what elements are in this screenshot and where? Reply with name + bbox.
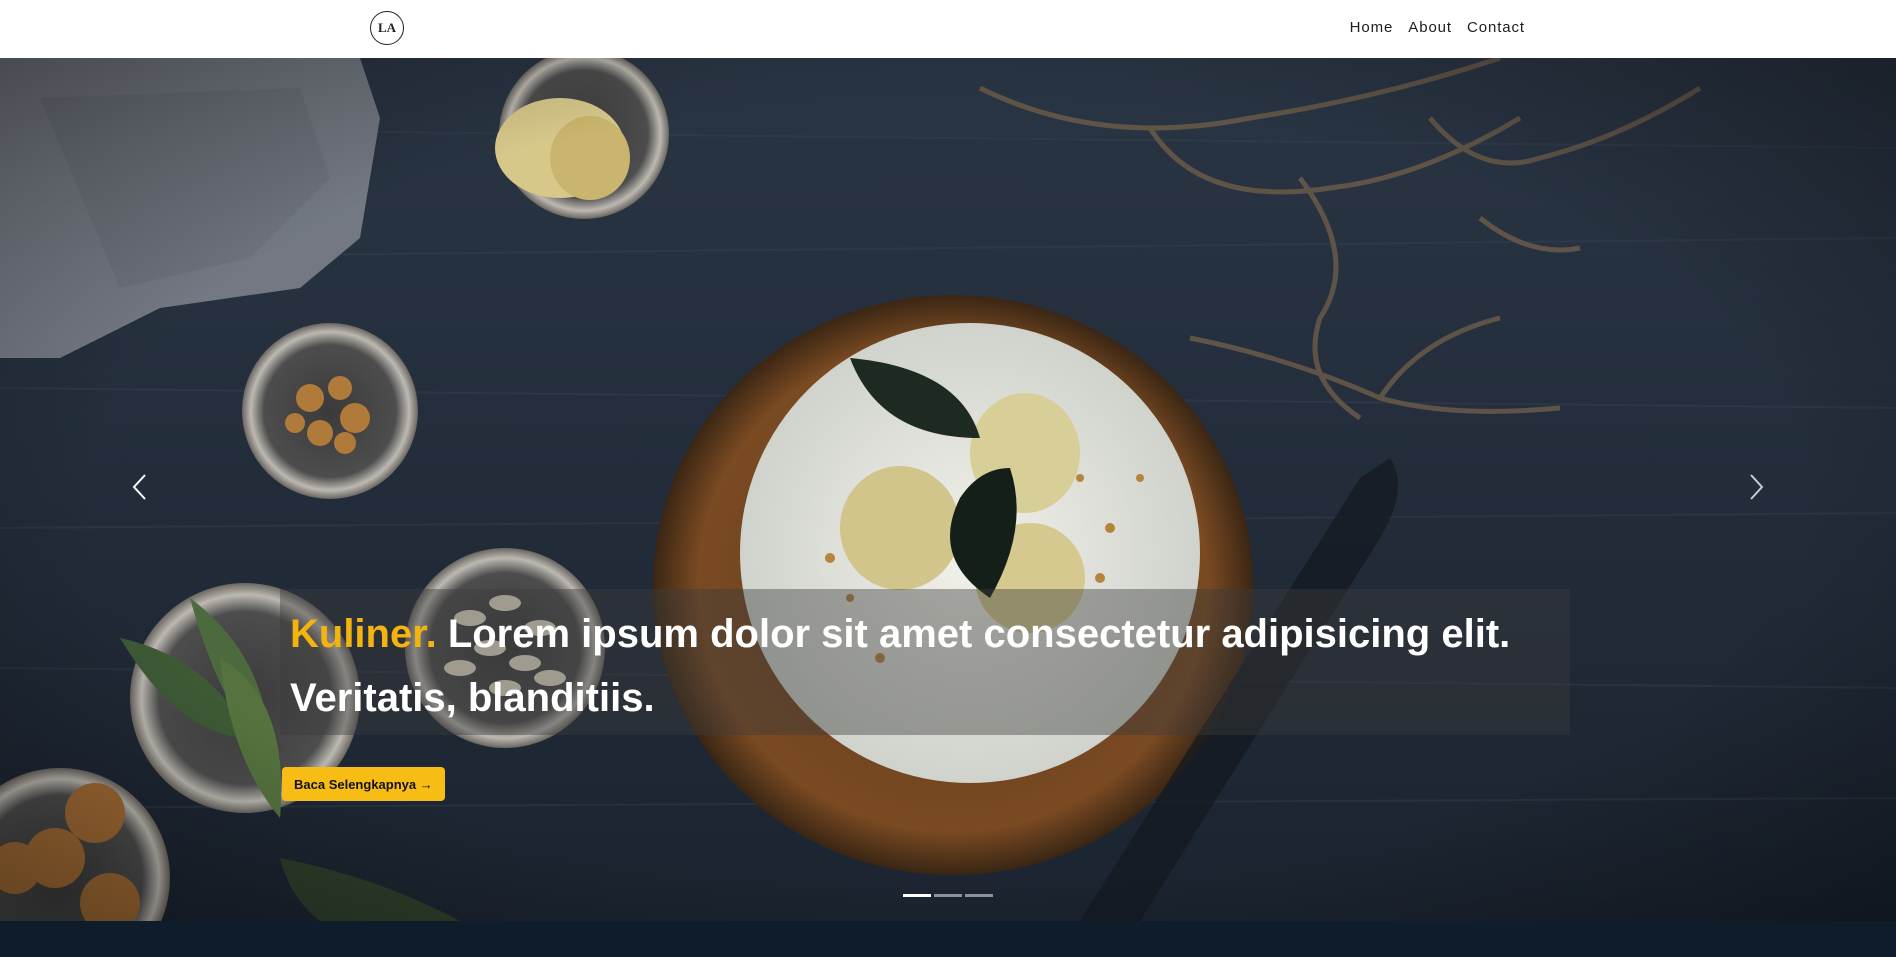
- indicator-slide-2[interactable]: [934, 894, 962, 897]
- caption-line-1: Lorem ipsum dolor sit amet consectetur a…: [436, 612, 1511, 656]
- carousel-next-button[interactable]: [1742, 467, 1772, 507]
- nav-link-about[interactable]: About: [1408, 19, 1452, 36]
- caption-accent: Kuliner.: [290, 612, 437, 656]
- chevron-left-icon: [132, 474, 146, 500]
- nav-link-contact[interactable]: Contact: [1467, 19, 1525, 36]
- nav-link-home[interactable]: Home: [1350, 19, 1394, 36]
- hero-carousel: Kuliner. Lorem ipsum dolor sit amet cons…: [0, 58, 1896, 921]
- navbar: LA Home About Contact: [0, 0, 1896, 58]
- chevron-right-icon: [1750, 474, 1764, 500]
- hero-caption: Kuliner. Lorem ipsum dolor sit amet cons…: [290, 602, 1590, 730]
- caption-line-2: Veritatis, blanditiis.: [290, 676, 655, 720]
- carousel-prev-button[interactable]: [124, 467, 154, 507]
- indicator-slide-1[interactable]: [903, 894, 931, 897]
- nav-links: Home About Contact: [1350, 19, 1525, 36]
- logo-text: LA: [377, 20, 397, 35]
- logo[interactable]: LA: [370, 11, 404, 45]
- next-section: [0, 921, 1896, 957]
- read-more-button[interactable]: Baca Selengkapnya →: [282, 767, 445, 801]
- indicator-slide-3[interactable]: [965, 894, 993, 897]
- carousel-indicators: [903, 894, 993, 897]
